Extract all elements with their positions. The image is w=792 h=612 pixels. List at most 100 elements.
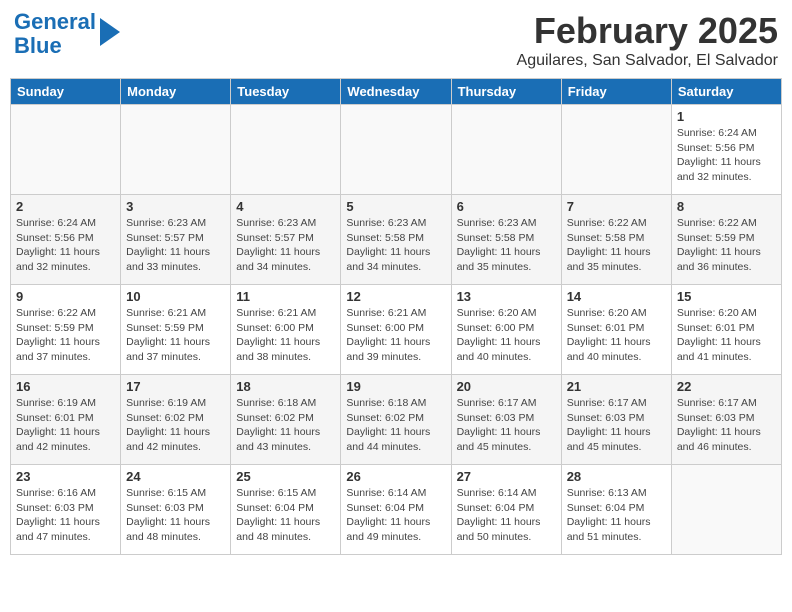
day-header-saturday: Saturday bbox=[671, 79, 781, 105]
day-number: 20 bbox=[457, 379, 556, 394]
calendar-cell: 22 Sunrise: 6:17 AM Sunset: 6:03 PM Dayli… bbox=[671, 375, 781, 465]
day-info: Sunrise: 6:21 AM Sunset: 6:00 PM Dayligh… bbox=[236, 306, 335, 365]
day-number: 16 bbox=[16, 379, 115, 394]
calendar-cell bbox=[671, 465, 781, 555]
day-info: Sunrise: 6:17 AM Sunset: 6:03 PM Dayligh… bbox=[677, 396, 776, 455]
month-title: February 2025 bbox=[517, 10, 778, 52]
day-info: Sunrise: 6:22 AM Sunset: 5:59 PM Dayligh… bbox=[677, 216, 776, 275]
day-number: 25 bbox=[236, 469, 335, 484]
day-info: Sunrise: 6:21 AM Sunset: 6:00 PM Dayligh… bbox=[346, 306, 445, 365]
calendar-cell: 19 Sunrise: 6:18 AM Sunset: 6:02 PM Dayli… bbox=[341, 375, 451, 465]
calendar-cell: 28 Sunrise: 6:13 AM Sunset: 6:04 PM Dayli… bbox=[561, 465, 671, 555]
calendar-cell: 15 Sunrise: 6:20 AM Sunset: 6:01 PM Dayli… bbox=[671, 285, 781, 375]
calendar-cell bbox=[11, 105, 121, 195]
day-number: 10 bbox=[126, 289, 225, 304]
day-info: Sunrise: 6:19 AM Sunset: 6:02 PM Dayligh… bbox=[126, 396, 225, 455]
calendar-cell: 16 Sunrise: 6:19 AM Sunset: 6:01 PM Dayli… bbox=[11, 375, 121, 465]
day-info: Sunrise: 6:24 AM Sunset: 5:56 PM Dayligh… bbox=[16, 216, 115, 275]
day-number: 28 bbox=[567, 469, 666, 484]
day-info: Sunrise: 6:14 AM Sunset: 6:04 PM Dayligh… bbox=[346, 486, 445, 545]
day-info: Sunrise: 6:18 AM Sunset: 6:02 PM Dayligh… bbox=[236, 396, 335, 455]
calendar-cell: 6 Sunrise: 6:23 AM Sunset: 5:58 PM Daylig… bbox=[451, 195, 561, 285]
calendar-cell: 2Sunrise: 6:24 AM Sunset: 5:56 PM Daylig… bbox=[11, 195, 121, 285]
calendar-cell: 10 Sunrise: 6:21 AM Sunset: 5:59 PM Dayli… bbox=[121, 285, 231, 375]
logo-text: GeneralBlue bbox=[14, 10, 96, 58]
day-number: 22 bbox=[677, 379, 776, 394]
calendar-cell: 14 Sunrise: 6:20 AM Sunset: 6:01 PM Dayli… bbox=[561, 285, 671, 375]
day-info: Sunrise: 6:18 AM Sunset: 6:02 PM Dayligh… bbox=[346, 396, 445, 455]
location: Aguilares, San Salvador, El Salvador bbox=[517, 52, 778, 70]
day-number: 21 bbox=[567, 379, 666, 394]
day-info: Sunrise: 6:15 AM Sunset: 6:03 PM Dayligh… bbox=[126, 486, 225, 545]
day-info: Sunrise: 6:17 AM Sunset: 6:03 PM Dayligh… bbox=[457, 396, 556, 455]
page-header: GeneralBlue February 2025 Aguilares, San… bbox=[10, 10, 782, 70]
day-number: 14 bbox=[567, 289, 666, 304]
calendar-cell: 23 Sunrise: 6:16 AM Sunset: 6:03 PM Dayli… bbox=[11, 465, 121, 555]
day-info: Sunrise: 6:17 AM Sunset: 6:03 PM Dayligh… bbox=[567, 396, 666, 455]
day-info: Sunrise: 6:24 AM Sunset: 5:56 PM Dayligh… bbox=[677, 126, 776, 185]
calendar-cell: 25 Sunrise: 6:15 AM Sunset: 6:04 PM Dayli… bbox=[231, 465, 341, 555]
calendar-cell: 5Sunrise: 6:23 AM Sunset: 5:58 PM Daylig… bbox=[341, 195, 451, 285]
logo-arrow-icon bbox=[100, 18, 120, 46]
calendar-cell: 17Sunrise: 6:19 AM Sunset: 6:02 PM Dayli… bbox=[121, 375, 231, 465]
day-number: 18 bbox=[236, 379, 335, 394]
day-number: 23 bbox=[16, 469, 115, 484]
calendar-cell: 3Sunrise: 6:23 AM Sunset: 5:57 PM Daylig… bbox=[121, 195, 231, 285]
day-info: Sunrise: 6:13 AM Sunset: 6:04 PM Dayligh… bbox=[567, 486, 666, 545]
day-info: Sunrise: 6:20 AM Sunset: 6:00 PM Dayligh… bbox=[457, 306, 556, 365]
calendar-cell: 7 Sunrise: 6:22 AM Sunset: 5:58 PM Daylig… bbox=[561, 195, 671, 285]
day-number: 15 bbox=[677, 289, 776, 304]
calendar-cell bbox=[561, 105, 671, 195]
day-header-wednesday: Wednesday bbox=[341, 79, 451, 105]
day-header-thursday: Thursday bbox=[451, 79, 561, 105]
day-number: 7 bbox=[567, 199, 666, 214]
day-info: Sunrise: 6:23 AM Sunset: 5:58 PM Dayligh… bbox=[457, 216, 556, 275]
day-number: 1 bbox=[677, 109, 776, 124]
day-header-monday: Monday bbox=[121, 79, 231, 105]
calendar-cell: 24 Sunrise: 6:15 AM Sunset: 6:03 PM Dayli… bbox=[121, 465, 231, 555]
day-info: Sunrise: 6:20 AM Sunset: 6:01 PM Dayligh… bbox=[677, 306, 776, 365]
calendar-cell: 9 Sunrise: 6:22 AM Sunset: 5:59 PM Daylig… bbox=[11, 285, 121, 375]
day-number: 8 bbox=[677, 199, 776, 214]
calendar-week-1: 1 Sunrise: 6:24 AM Sunset: 5:56 PM Daylig… bbox=[11, 105, 782, 195]
calendar-cell: 1 Sunrise: 6:24 AM Sunset: 5:56 PM Daylig… bbox=[671, 105, 781, 195]
day-info: Sunrise: 6:21 AM Sunset: 5:59 PM Dayligh… bbox=[126, 306, 225, 365]
calendar-header-row: SundayMondayTuesdayWednesdayThursdayFrid… bbox=[11, 79, 782, 105]
calendar-cell bbox=[451, 105, 561, 195]
day-number: 12 bbox=[346, 289, 445, 304]
calendar-cell: 21 Sunrise: 6:17 AM Sunset: 6:03 PM Dayli… bbox=[561, 375, 671, 465]
day-number: 4 bbox=[236, 199, 335, 214]
calendar-cell: 12 Sunrise: 6:21 AM Sunset: 6:00 PM Dayli… bbox=[341, 285, 451, 375]
day-info: Sunrise: 6:19 AM Sunset: 6:01 PM Dayligh… bbox=[16, 396, 115, 455]
day-header-sunday: Sunday bbox=[11, 79, 121, 105]
calendar-cell: 13 Sunrise: 6:20 AM Sunset: 6:00 PM Dayli… bbox=[451, 285, 561, 375]
calendar-cell: 27Sunrise: 6:14 AM Sunset: 6:04 PM Dayli… bbox=[451, 465, 561, 555]
calendar-week-5: 23 Sunrise: 6:16 AM Sunset: 6:03 PM Dayli… bbox=[11, 465, 782, 555]
day-info: Sunrise: 6:23 AM Sunset: 5:57 PM Dayligh… bbox=[236, 216, 335, 275]
day-header-friday: Friday bbox=[561, 79, 671, 105]
day-number: 11 bbox=[236, 289, 335, 304]
day-info: Sunrise: 6:20 AM Sunset: 6:01 PM Dayligh… bbox=[567, 306, 666, 365]
day-info: Sunrise: 6:22 AM Sunset: 5:59 PM Dayligh… bbox=[16, 306, 115, 365]
day-info: Sunrise: 6:14 AM Sunset: 6:04 PM Dayligh… bbox=[457, 486, 556, 545]
day-number: 6 bbox=[457, 199, 556, 214]
day-number: 5 bbox=[346, 199, 445, 214]
day-header-tuesday: Tuesday bbox=[231, 79, 341, 105]
day-number: 9 bbox=[16, 289, 115, 304]
day-number: 19 bbox=[346, 379, 445, 394]
title-block: February 2025 Aguilares, San Salvador, E… bbox=[517, 10, 778, 70]
day-info: Sunrise: 6:16 AM Sunset: 6:03 PM Dayligh… bbox=[16, 486, 115, 545]
calendar-week-3: 9 Sunrise: 6:22 AM Sunset: 5:59 PM Daylig… bbox=[11, 285, 782, 375]
day-number: 13 bbox=[457, 289, 556, 304]
calendar-cell: 18 Sunrise: 6:18 AM Sunset: 6:02 PM Dayli… bbox=[231, 375, 341, 465]
calendar-cell bbox=[231, 105, 341, 195]
calendar-cell: 4 Sunrise: 6:23 AM Sunset: 5:57 PM Daylig… bbox=[231, 195, 341, 285]
calendar-week-2: 2Sunrise: 6:24 AM Sunset: 5:56 PM Daylig… bbox=[11, 195, 782, 285]
calendar-cell bbox=[341, 105, 451, 195]
calendar-week-4: 16 Sunrise: 6:19 AM Sunset: 6:01 PM Dayli… bbox=[11, 375, 782, 465]
day-number: 26 bbox=[346, 469, 445, 484]
day-info: Sunrise: 6:15 AM Sunset: 6:04 PM Dayligh… bbox=[236, 486, 335, 545]
day-info: Sunrise: 6:22 AM Sunset: 5:58 PM Dayligh… bbox=[567, 216, 666, 275]
day-number: 24 bbox=[126, 469, 225, 484]
calendar-table: SundayMondayTuesdayWednesdayThursdayFrid… bbox=[10, 78, 782, 555]
